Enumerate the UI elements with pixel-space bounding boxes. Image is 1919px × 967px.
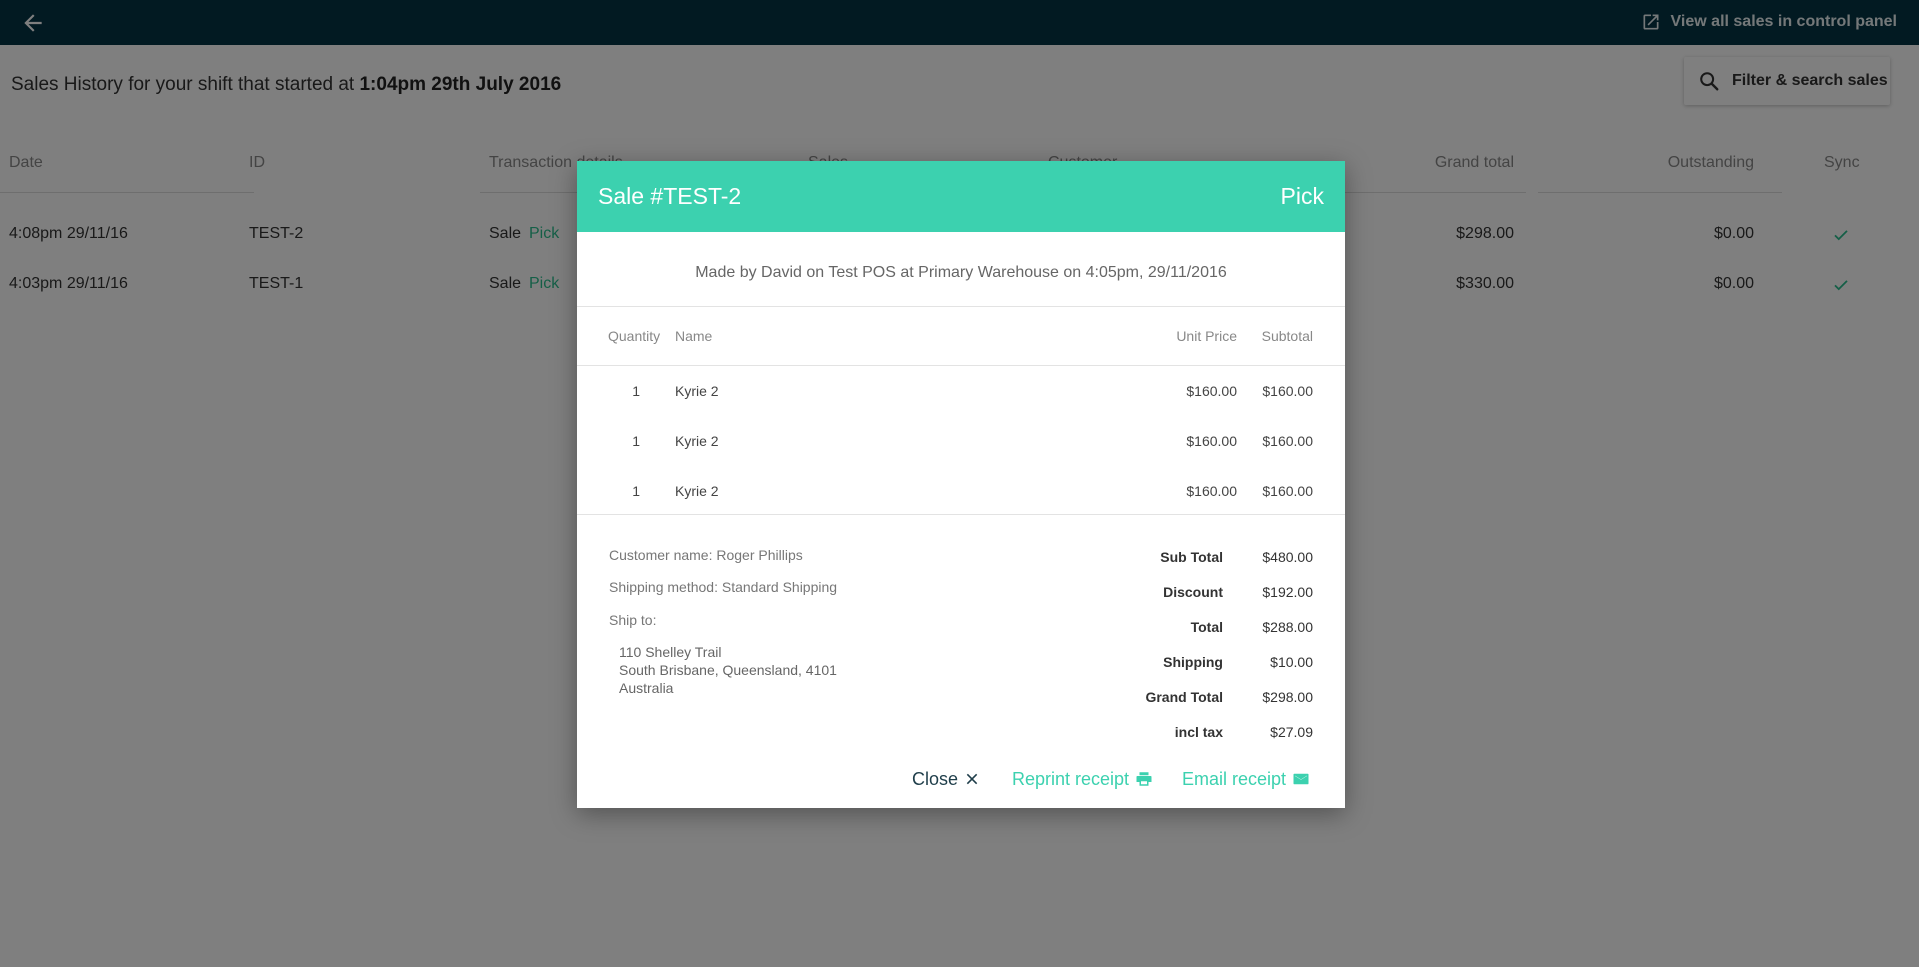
item-quantity: 1 bbox=[632, 433, 640, 449]
envelope-icon bbox=[1293, 773, 1309, 785]
items-header-subtotal: Subtotal bbox=[1261, 328, 1313, 344]
ship-to-address: 110 Shelley Trail South Brisbane, Queens… bbox=[619, 643, 837, 697]
discount-label: Discount bbox=[1163, 584, 1223, 600]
ship-to-label: Ship to: bbox=[609, 612, 657, 628]
close-icon bbox=[966, 773, 978, 785]
item-quantity: 1 bbox=[632, 483, 640, 499]
address-line: South Brisbane, Queensland, 4101 bbox=[619, 662, 837, 678]
close-button[interactable]: Close bbox=[912, 767, 980, 791]
items-header-unit-price: Unit Price bbox=[1176, 328, 1237, 344]
reprint-receipt-button[interactable]: Reprint receipt bbox=[1012, 767, 1153, 791]
total-value: $288.00 bbox=[1262, 619, 1313, 635]
grand-total-value: $298.00 bbox=[1262, 689, 1313, 705]
item-subtotal: $160.00 bbox=[1262, 383, 1313, 399]
total-label: Total bbox=[1190, 619, 1223, 635]
item-quantity: 1 bbox=[632, 383, 640, 399]
items-header-quantity: Quantity bbox=[608, 328, 661, 344]
item-subtotal: $160.00 bbox=[1262, 433, 1313, 449]
sub-total-value: $480.00 bbox=[1262, 549, 1313, 565]
divider bbox=[577, 306, 1345, 307]
items-header-name: Name bbox=[675, 328, 713, 344]
divider bbox=[577, 514, 1345, 515]
modal-header: Sale #TEST-2 Pick bbox=[577, 161, 1345, 232]
item-name: Kyrie 2 bbox=[675, 383, 719, 399]
item-name: Kyrie 2 bbox=[675, 433, 719, 449]
sale-detail-modal: Sale #TEST-2 Pick Made by David on Test … bbox=[577, 161, 1345, 808]
shipping-label: Shipping bbox=[1163, 654, 1223, 670]
address-line: Australia bbox=[619, 680, 674, 696]
address-line: 110 Shelley Trail bbox=[619, 644, 722, 660]
shipping-value: $10.00 bbox=[1270, 654, 1313, 670]
modal-pick-button[interactable]: Pick bbox=[1281, 183, 1324, 210]
divider bbox=[577, 365, 1345, 366]
sale-made-by: Made by David on Test POS at Primary War… bbox=[695, 264, 1227, 281]
printer-icon bbox=[1136, 772, 1152, 786]
sub-total-label: Sub Total bbox=[1160, 549, 1223, 565]
incl-tax-value: $27.09 bbox=[1270, 724, 1313, 740]
shipping-method: Shipping method: Standard Shipping bbox=[609, 579, 838, 595]
close-label: Close bbox=[912, 768, 959, 789]
discount-value: $192.00 bbox=[1262, 584, 1313, 600]
customer-name: Customer name: Roger Phillips bbox=[609, 547, 803, 563]
reprint-receipt-label: Reprint receipt bbox=[1012, 768, 1130, 789]
item-name: Kyrie 2 bbox=[675, 483, 719, 499]
grand-total-label: Grand Total bbox=[1145, 689, 1223, 705]
incl-tax-label: incl tax bbox=[1174, 724, 1223, 740]
modal-title: Sale #TEST-2 bbox=[598, 183, 742, 209]
email-receipt-label: Email receipt bbox=[1182, 768, 1287, 789]
item-subtotal: $160.00 bbox=[1262, 483, 1313, 499]
email-receipt-button[interactable]: Email receipt bbox=[1182, 767, 1310, 791]
